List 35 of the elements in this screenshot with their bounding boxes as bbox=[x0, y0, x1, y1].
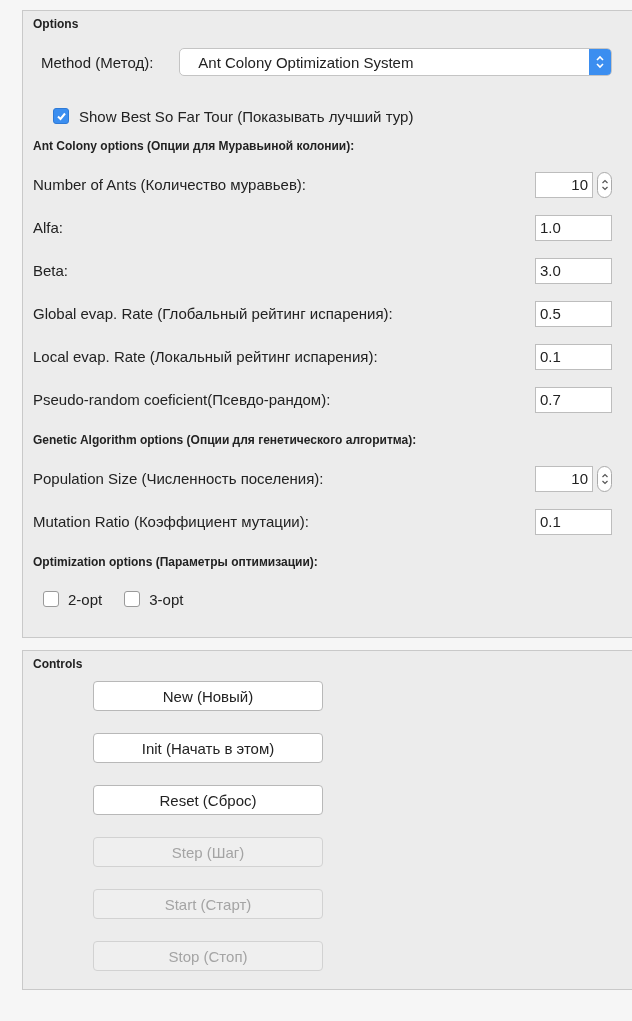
push-button[interactable]: Reset (Сброс) bbox=[93, 785, 323, 815]
field-label: Pseudo-random coeficient(Псевдо-рандом): bbox=[33, 391, 331, 408]
checkmark-icon bbox=[55, 110, 67, 122]
checkbox[interactable] bbox=[43, 591, 59, 607]
input-field[interactable]: 10 bbox=[535, 465, 593, 492]
panel-title: Options bbox=[33, 17, 80, 31]
input-field[interactable]: 0.7 bbox=[535, 386, 612, 413]
section-heading: Optimization options (Параметры оптимизации): bbox=[33, 555, 319, 569]
input-field[interactable]: 0.5 bbox=[535, 300, 612, 327]
field-label: Population Size (Численность поселения): bbox=[33, 470, 324, 487]
push-button[interactable]: Init (Начать в этом) bbox=[93, 733, 323, 763]
field-label: Local evap. Rate (Локальный рейтинг испарения): bbox=[33, 348, 378, 365]
checkbox-label: Show Best So Far Tour (Показывать лучший тур) bbox=[79, 107, 414, 125]
field-label: Number of Ants (Количество муравьев): bbox=[33, 176, 307, 193]
field-label: Method (Метод): bbox=[41, 53, 154, 71]
input-field[interactable]: 1.0 bbox=[535, 214, 612, 241]
field-label: Alfa: bbox=[33, 219, 63, 236]
push-button[interactable]: New (Новый) bbox=[93, 681, 323, 711]
input-field[interactable]: 3.0 bbox=[535, 257, 612, 284]
checkbox[interactable] bbox=[124, 591, 141, 607]
field-label: Global evap. Rate (Глобальный рейтинг испарения): bbox=[33, 305, 393, 322]
input-field[interactable]: 0.1 bbox=[535, 508, 612, 535]
field-label: Beta: bbox=[33, 262, 69, 279]
checkbox-label: 2-opt bbox=[68, 590, 103, 608]
spinner-arrows-icon[interactable] bbox=[597, 465, 612, 492]
section-heading: Ant Colony options (Опции для Муравьиной колонии): bbox=[33, 139, 356, 153]
checkbox[interactable] bbox=[53, 108, 69, 124]
method-dropdown[interactable]: Ant Colony Optimization System bbox=[179, 48, 612, 76]
panel-title: Controls bbox=[33, 657, 84, 671]
input-field[interactable]: 10 bbox=[535, 171, 593, 198]
section-heading: Genetic Algorithm options (Опции для генетического алгоритма): bbox=[33, 433, 418, 447]
spinner-arrows-icon[interactable] bbox=[597, 171, 612, 198]
input-field[interactable]: 0.1 bbox=[535, 343, 612, 370]
field-label: Mutation Ratio (Коэффициент мутации): bbox=[33, 513, 309, 530]
checkbox-label: 3-opt bbox=[149, 590, 184, 608]
